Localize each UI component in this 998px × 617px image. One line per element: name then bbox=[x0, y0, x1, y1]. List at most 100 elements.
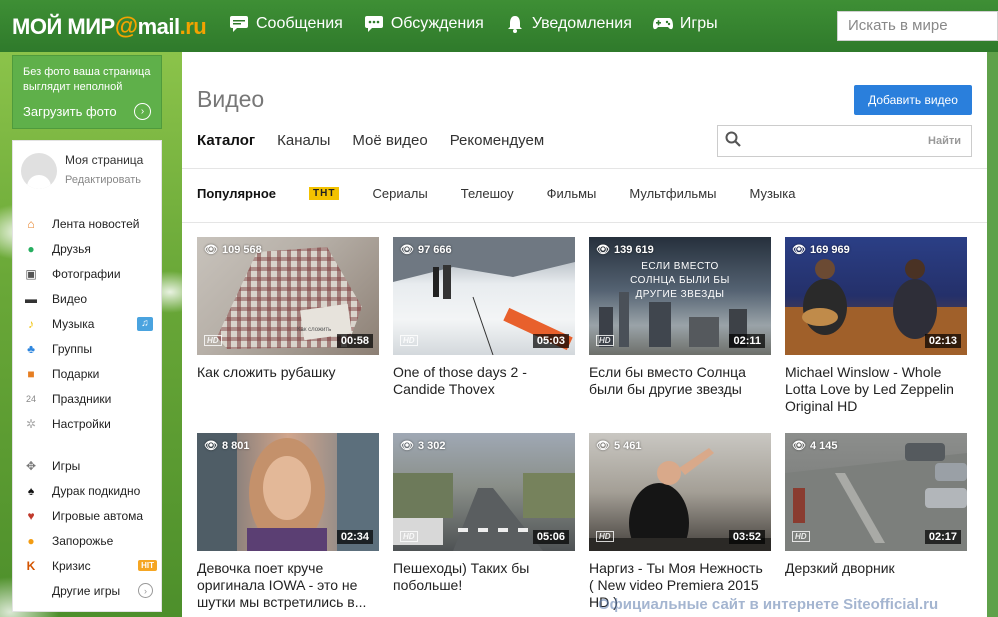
search-icon bbox=[718, 131, 748, 151]
music-icon: ♪ bbox=[28, 316, 34, 331]
video-thumbnail[interactable]: 👁 5 461 HD 03:52 bbox=[589, 433, 771, 551]
sidebar-item-music[interactable]: ♪ Музыка ♫ bbox=[13, 311, 161, 336]
video-title[interactable]: Пешеходы) Таких бы побольше! bbox=[393, 560, 575, 594]
video-icon: ▬ bbox=[25, 291, 37, 306]
tab-catalog[interactable]: Каталог bbox=[197, 132, 255, 149]
video-card[interactable]: 👁 97 666 HD 05:03 One of those days 2 - C… bbox=[393, 237, 575, 415]
eye-icon: 👁 bbox=[596, 440, 610, 452]
sidebar-item-slots[interactable]: ♥ Игровые автома bbox=[13, 503, 161, 528]
category-series[interactable]: Сериалы bbox=[372, 186, 427, 201]
category-films[interactable]: Фильмы bbox=[547, 186, 597, 201]
video-title[interactable]: Если бы вместо Солнца были бы другие зве… bbox=[589, 364, 771, 398]
category-tnt-logo[interactable]: ТНТ bbox=[309, 187, 340, 200]
sidebar-item-holidays[interactable]: 24 Праздники bbox=[13, 386, 161, 411]
hit-badge: HIT bbox=[138, 560, 157, 571]
video-title[interactable]: Как сложить рубашку bbox=[197, 364, 379, 381]
sidebar-item-games[interactable]: ✥ Игры bbox=[13, 453, 161, 478]
duration-badge: 05:03 bbox=[532, 334, 569, 348]
hd-badge: HD bbox=[596, 335, 614, 346]
avatar[interactable] bbox=[21, 153, 57, 189]
views-counter: 👁 3 302 bbox=[400, 439, 446, 453]
add-video-button[interactable]: Добавить видео bbox=[854, 85, 972, 115]
page-title: Видео bbox=[197, 86, 265, 112]
divider bbox=[182, 222, 987, 223]
upload-photo-link[interactable]: Загрузить фото › bbox=[23, 103, 151, 120]
sidebar-item-news[interactable]: ⌂ Лента новостей bbox=[13, 211, 161, 236]
gamepad-icon bbox=[652, 14, 674, 34]
views-counter: 👁 139 619 bbox=[596, 243, 654, 257]
tab-channels[interactable]: Каналы bbox=[277, 132, 330, 149]
nav-label: Игры bbox=[679, 15, 718, 32]
camera-icon: ▣ bbox=[25, 266, 37, 281]
sidebar-item-settings[interactable]: ✲ Настройки bbox=[13, 411, 161, 436]
duration-badge: 05:06 bbox=[532, 530, 569, 544]
video-thumbnail[interactable]: 👁 3 302 HD 05:06 bbox=[393, 433, 575, 551]
edit-profile-link[interactable]: Редактировать bbox=[65, 174, 143, 186]
friends-icon: ● bbox=[27, 241, 35, 256]
tab-my-video[interactable]: Моё видео bbox=[352, 132, 427, 149]
video-thumbnail[interactable]: 👁 109 568 Как сложить HD 00:58 bbox=[197, 237, 379, 355]
duration-badge: 02:17 bbox=[924, 530, 961, 544]
video-card[interactable]: 👁 8 801 02:34 Девочка поет круче оригинал… bbox=[197, 433, 379, 611]
sidebar-item-video[interactable]: ▬ Видео bbox=[13, 286, 161, 311]
views-counter: 👁 97 666 bbox=[400, 243, 452, 257]
sidebar-item-friends[interactable]: ● Друзья bbox=[13, 236, 161, 261]
search-button[interactable]: Найти bbox=[928, 135, 971, 147]
video-card[interactable]: 👁 139 619 ЕСЛИ ВМЕСТО СОЛНЦА БЫЛИ БЫ ДРУГ… bbox=[589, 237, 771, 415]
arrow-right-icon: › bbox=[138, 583, 153, 598]
tab-recommended[interactable]: Рекомендуем bbox=[450, 132, 544, 149]
music-app-icon[interactable]: ♫ bbox=[137, 316, 153, 331]
duration-badge: 00:58 bbox=[336, 334, 373, 348]
discussion-icon bbox=[363, 14, 385, 34]
nav-notifications[interactable]: Уведомления bbox=[504, 14, 632, 34]
video-thumbnail[interactable]: 👁 4 145 HD 02:17 bbox=[785, 433, 967, 551]
sidebar-item-krizis[interactable]: K Кризис HIT bbox=[13, 553, 161, 578]
games-icon: ✥ bbox=[25, 458, 37, 473]
sidebar-item-durak[interactable]: ♠ Дурак подкидно bbox=[13, 478, 161, 503]
video-title[interactable]: Michael Winslow - Whole Lotta Love by Le… bbox=[785, 364, 967, 415]
heart-icon: ♥ bbox=[27, 508, 35, 523]
video-card[interactable]: 👁 4 145 HD 02:17 Дерзкий дворник bbox=[785, 433, 967, 611]
video-thumbnail[interactable]: 👁 169 969 02:13 bbox=[785, 237, 967, 355]
watermark-text: Официальные сайт в интернете Siteofficia… bbox=[598, 596, 939, 613]
video-title[interactable]: Девочка поет круче оригинала IOWA - это … bbox=[197, 560, 379, 611]
video-card[interactable]: 👁 5 461 HD 03:52 Наргиз - Ты Моя Нежность… bbox=[589, 433, 771, 611]
video-card[interactable]: 👁 169 969 02:13 Michael Winslow - Whole L… bbox=[785, 237, 967, 415]
gift-icon: ■ bbox=[27, 366, 35, 381]
category-cartoons[interactable]: Мультфильмы bbox=[629, 186, 716, 201]
upload-hint: Без фото ваша страница выглядит неполной bbox=[23, 66, 151, 93]
sidebar-item-groups[interactable]: ♣ Группы bbox=[13, 336, 161, 361]
sidebar: Моя страница Редактировать ⌂ Лента новост… bbox=[12, 140, 162, 612]
sidebar-item-other-games[interactable]: Другие игры › bbox=[13, 578, 161, 603]
video-card[interactable]: 👁 109 568 Как сложить HD 00:58 Как сложит… bbox=[197, 237, 379, 415]
video-thumbnail[interactable]: 👁 8 801 02:34 bbox=[197, 433, 379, 551]
k-icon: K bbox=[26, 558, 36, 573]
nav-games[interactable]: Игры bbox=[652, 14, 718, 34]
eye-icon: 👁 bbox=[204, 440, 218, 452]
video-thumbnail[interactable]: 👁 139 619 ЕСЛИ ВМЕСТО СОЛНЦА БЫЛИ БЫ ДРУГ… bbox=[589, 237, 771, 355]
video-title[interactable]: One of those days 2 - Candide Thovex bbox=[393, 364, 575, 398]
thumbnail-caption: ЕСЛИ ВМЕСТО СОЛНЦА БЫЛИ БЫ ДРУГИЕ ЗВЕЗДЫ bbox=[630, 261, 730, 300]
sidebar-item-photos[interactable]: ▣ Фотографии bbox=[13, 261, 161, 286]
world-search-input[interactable]: Искать в мире bbox=[837, 11, 998, 41]
category-music[interactable]: Музыка bbox=[749, 186, 795, 201]
sidebar-item-gifts[interactable]: ■ Подарки bbox=[13, 361, 161, 386]
groups-icon: ♣ bbox=[27, 341, 35, 356]
video-card[interactable]: 👁 3 302 HD 05:06 Пешеходы) Таких бы побол… bbox=[393, 433, 575, 611]
gear-icon: ✲ bbox=[25, 416, 37, 431]
views-counter: 👁 4 145 bbox=[792, 439, 838, 453]
my-page-link[interactable]: Моя страница bbox=[65, 153, 143, 167]
eye-icon: 👁 bbox=[400, 244, 414, 256]
category-bar: Популярное ТНТ Сериалы Телешоу Фильмы Му… bbox=[197, 186, 828, 201]
video-title[interactable]: Дерзкий дворник bbox=[785, 560, 967, 577]
logo[interactable]: МОЙ МИР @ mail .ru bbox=[12, 13, 207, 41]
hd-badge: HD bbox=[400, 531, 418, 542]
sidebar-item-zaporozhye[interactable]: ● Запорожье bbox=[13, 528, 161, 553]
category-popular[interactable]: Популярное bbox=[197, 186, 276, 201]
nav-messages[interactable]: Сообщения bbox=[228, 14, 343, 34]
category-tvshow[interactable]: Телешоу bbox=[461, 186, 514, 201]
duration-badge: 03:52 bbox=[728, 530, 765, 544]
duration-badge: 02:34 bbox=[336, 530, 373, 544]
nav-discussions[interactable]: Обсуждения bbox=[363, 14, 484, 34]
video-thumbnail[interactable]: 👁 97 666 HD 05:03 bbox=[393, 237, 575, 355]
